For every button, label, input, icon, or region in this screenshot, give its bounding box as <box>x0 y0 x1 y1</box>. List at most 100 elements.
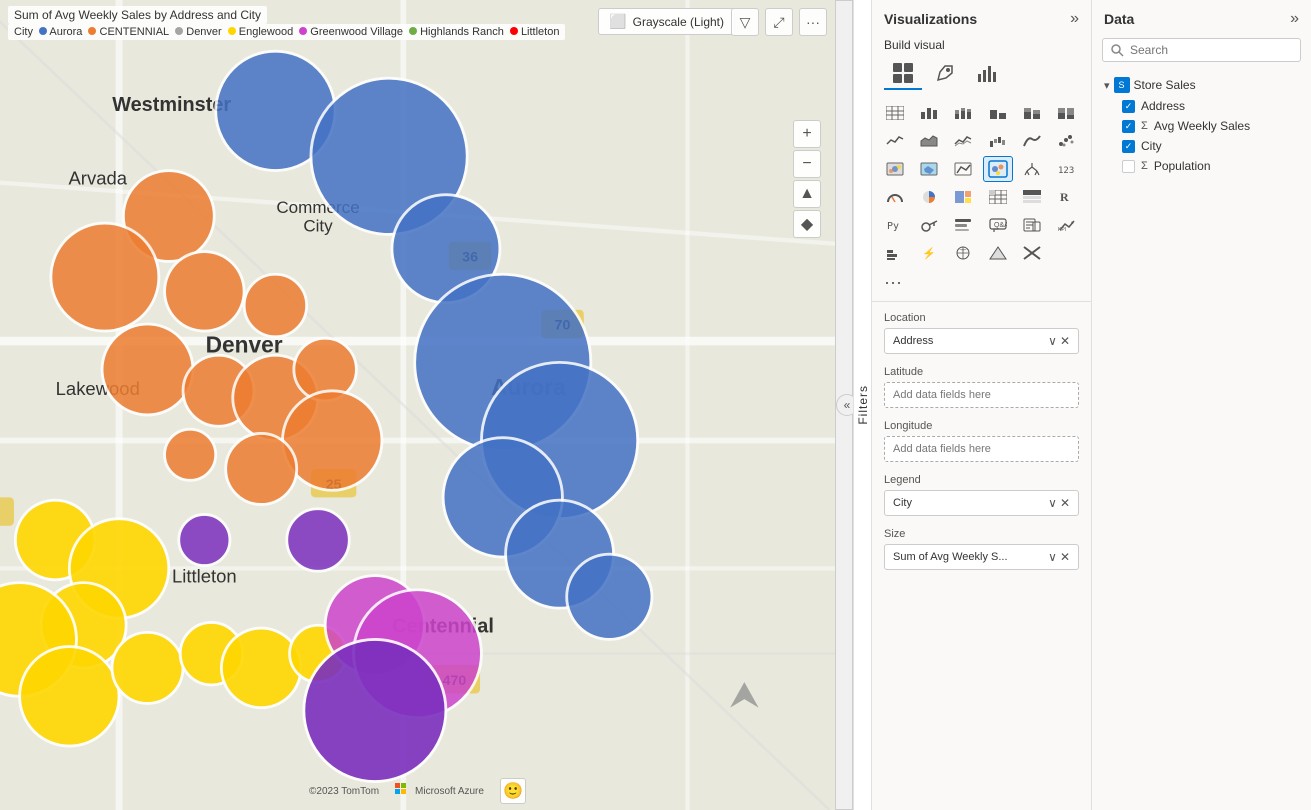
population-checkbox[interactable] <box>1122 160 1135 173</box>
data-panel: Data » ▾ S Store Sales ✓ Address ✓ Σ Avg… <box>1091 0 1311 810</box>
viz-icon-decomp[interactable] <box>1017 156 1047 182</box>
smiley-button[interactable]: 🙂 <box>500 778 526 804</box>
svg-text:⚡: ⚡ <box>922 247 936 260</box>
svg-text:Q&A: Q&A <box>994 222 1007 229</box>
viz-icon-py[interactable]: Py <box>880 212 910 238</box>
viz-icon-matrix[interactable] <box>983 184 1013 210</box>
viz-icon-r[interactable]: R <box>1051 184 1081 210</box>
longitude-label: Longitude <box>884 420 1079 432</box>
longitude-slot[interactable]: Add data fields here <box>884 436 1079 462</box>
viz-icon-100pct[interactable] <box>1051 100 1081 126</box>
viz-icon-key-influencer[interactable] <box>914 212 944 238</box>
latitude-slot[interactable]: Add data fields here <box>884 382 1079 408</box>
viz-icon-kpi[interactable]: KPI <box>1051 212 1081 238</box>
viz-icon-area[interactable] <box>914 128 944 154</box>
latitude-well: Latitude Add data fields here <box>872 360 1091 414</box>
map-style-button[interactable]: ⬜ Grayscale (Light) <box>598 8 735 35</box>
viz-icon-anomaly[interactable]: ⚡ <box>914 240 944 266</box>
viz-icon-line2[interactable] <box>948 128 978 154</box>
viz-icon-paginated[interactable] <box>1017 212 1047 238</box>
viz-icon-stacked-bar[interactable] <box>948 100 978 126</box>
viz-icon-map[interactable] <box>880 156 910 182</box>
map-toolbar: ▽ ⤢ ··· <box>731 8 827 36</box>
viz-icon-esri[interactable] <box>948 240 978 266</box>
svg-text:Py: Py <box>887 221 899 232</box>
build-visual-label: Build visual <box>872 34 1091 58</box>
table-label: Store Sales <box>1134 78 1196 92</box>
address-checkbox[interactable]: ✓ <box>1122 100 1135 113</box>
viz-icon-grid: 123 R Py Q&A KPI ⚡ <box>872 96 1091 270</box>
map-container: 25 70 36 285 470 Westminster Arvada Comm… <box>0 0 835 810</box>
zoom-in-button[interactable]: + <box>793 120 821 148</box>
filters-label[interactable]: Filters <box>854 379 872 431</box>
viz-icon-shape[interactable] <box>983 240 1013 266</box>
viz-icon-table[interactable] <box>880 100 910 126</box>
viz-more-button[interactable]: ··· <box>872 270 1091 297</box>
locate-button[interactable]: ◆ <box>793 210 821 238</box>
viz-icon-ribbon[interactable] <box>1017 128 1047 154</box>
city-label: City <box>1141 139 1162 153</box>
viz-icon-azure-map[interactable] <box>983 156 1013 182</box>
filters-sidebar: Filters <box>853 0 871 810</box>
viz-icon-gauge[interactable] <box>880 184 910 210</box>
legend-remove-icon[interactable]: ✕ <box>1060 496 1070 510</box>
field-address[interactable]: ✓ Address <box>1100 96 1303 116</box>
more-button[interactable]: ··· <box>799 8 827 36</box>
latitude-placeholder: Add data fields here <box>893 389 1070 401</box>
viz-panel-header: Visualizations » <box>872 0 1091 34</box>
viz-icon-treemap[interactable] <box>948 184 978 210</box>
bubbles-layer <box>0 0 835 810</box>
viz-icon-shape-map[interactable] <box>948 156 978 182</box>
azure-label: Microsoft Azure <box>415 786 484 797</box>
expand-button[interactable]: ⤢ <box>765 8 793 36</box>
data-search-box <box>1102 38 1301 62</box>
main-content: 25 70 36 285 470 Westminster Arvada Comm… <box>0 0 1311 810</box>
viz-icon-number[interactable]: 123 <box>1051 156 1081 182</box>
search-input[interactable] <box>1130 43 1292 57</box>
compass-button[interactable]: ▲ <box>793 180 821 208</box>
svg-text:R: R <box>1060 190 1069 204</box>
sigma-icon-pop: Σ <box>1141 160 1148 172</box>
size-remove-icon[interactable]: ✕ <box>1060 550 1070 564</box>
filter-button[interactable]: ▽ <box>731 8 759 36</box>
left-collapse-panel: « <box>835 0 853 810</box>
viz-tab-format[interactable] <box>926 58 964 90</box>
viz-icon-line[interactable] <box>880 128 910 154</box>
field-city[interactable]: ✓ City <box>1100 136 1303 156</box>
avg-weekly-sales-checkbox[interactable]: ✓ <box>1122 120 1135 133</box>
viz-icon-pie[interactable] <box>914 184 944 210</box>
tree-table-store-sales[interactable]: ▾ S Store Sales <box>1100 74 1303 96</box>
size-slot[interactable]: Sum of Avg Weekly S... ∨ ✕ <box>884 544 1079 570</box>
viz-tab-analytics[interactable] <box>968 58 1006 90</box>
legend-slot[interactable]: City ∨ ✕ <box>884 490 1079 516</box>
viz-tab-build[interactable] <box>884 58 922 90</box>
location-remove-icon[interactable]: ✕ <box>1060 334 1070 348</box>
map-copyright: ©2023 TomTom Microsoft Azure 🙂 <box>0 778 835 804</box>
viz-panel-expand-button[interactable]: » <box>1070 10 1079 28</box>
data-panel-expand-button[interactable]: » <box>1290 10 1299 28</box>
population-label: Population <box>1154 159 1211 173</box>
legend-item-greenwood: Greenwood Village <box>299 26 403 38</box>
legend-item-highlands: Highlands Ranch <box>409 26 504 38</box>
table-icon: S <box>1114 77 1130 93</box>
field-population[interactable]: Σ Population <box>1100 156 1303 176</box>
zoom-out-button[interactable]: − <box>793 150 821 178</box>
viz-icon-filled-map[interactable] <box>914 156 944 182</box>
viz-icon-scatter[interactable] <box>1051 128 1081 154</box>
location-slot-icons: ∨ ✕ <box>1048 334 1070 348</box>
viz-icon-bar[interactable] <box>914 100 944 126</box>
viz-icon-waterfall[interactable] <box>983 128 1013 154</box>
legend-item-centennial: CENTENNIAL <box>88 26 169 38</box>
field-avg-weekly-sales[interactable]: ✓ Σ Avg Weekly Sales <box>1100 116 1303 136</box>
viz-icon-stacked-col[interactable] <box>1017 100 1047 126</box>
map-legend: City Aurora CENTENNIAL Denver Englewood … <box>8 24 565 40</box>
legend-item-denver: Denver <box>175 26 222 38</box>
viz-icon-column[interactable] <box>983 100 1013 126</box>
city-checkbox[interactable]: ✓ <box>1122 140 1135 153</box>
viz-icon-qa[interactable]: Q&A <box>983 212 1013 238</box>
viz-icon-smart-narrative[interactable] <box>948 212 978 238</box>
viz-icon-bar2[interactable] <box>880 240 910 266</box>
location-slot[interactable]: Address ∨ ✕ <box>884 328 1079 354</box>
viz-icon-table2[interactable] <box>1017 184 1047 210</box>
viz-icon-custom[interactable] <box>1017 240 1047 266</box>
